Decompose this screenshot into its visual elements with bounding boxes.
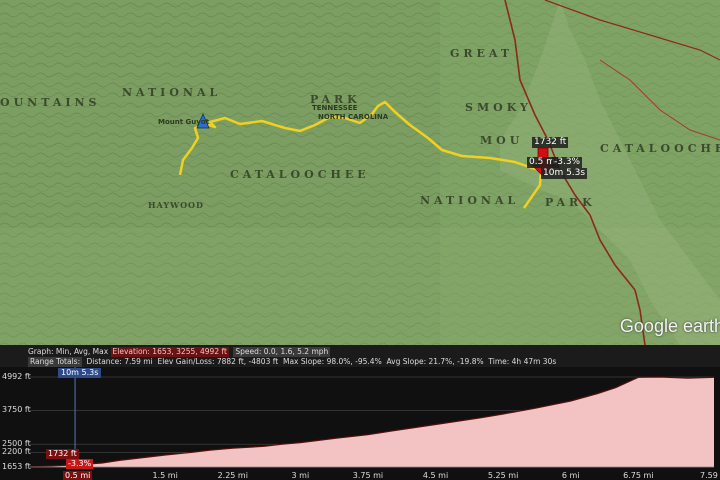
x-tick-label: 7.59 mi bbox=[700, 471, 720, 480]
cursor-elevation-label: 1732 ft bbox=[46, 449, 79, 459]
map-label-park-lower: PARK bbox=[545, 196, 596, 209]
time-stat: Time: 4h 47m 30s bbox=[488, 357, 557, 366]
max-slope-stat: Max Slope: 98.0%, -95.4% bbox=[282, 357, 382, 366]
stats-row-graph: Graph: Min, Avg, Max Elevation: 1653, 32… bbox=[28, 347, 332, 357]
elevation-profile-chart[interactable]: 4992 ft 3750 ft 2500 ft 2200 ft 1653 ft 0.5 … bbox=[0, 367, 720, 480]
y-tick-label: 3750 ft bbox=[2, 405, 31, 415]
cursor-tooltip-slope: -3.3% bbox=[552, 157, 583, 168]
map-label-national-upper: NATIONAL bbox=[122, 86, 222, 99]
y-tick-label: 4992 ft bbox=[2, 372, 31, 381]
cursor-tooltip-time: 10m 5.3s bbox=[541, 168, 588, 179]
stats-bar: Graph: Min, Avg, Max Elevation: 1653, 32… bbox=[0, 345, 720, 367]
map-label-cataloochee-right: CATALOOCHE bbox=[600, 142, 720, 155]
map-label-mountains: OUNTAINS bbox=[0, 96, 101, 109]
map-label-tennessee: TENNESSEE bbox=[312, 104, 358, 112]
gain-loss-stat: Elev Gain/Loss: 7882 ft, -4803 ft bbox=[157, 357, 279, 366]
x-tick-label: 4.5 mi bbox=[422, 471, 449, 480]
x-tick-label: 6 mi bbox=[561, 471, 580, 480]
profile-plot bbox=[29, 367, 715, 468]
x-tick-label: 1.5 mi bbox=[152, 471, 178, 480]
elevation-stats[interactable]: Elevation: 1653, 3255, 4992 ft bbox=[110, 347, 229, 357]
map-label-cataloochee: CATALOOCHEE bbox=[230, 168, 370, 181]
y-tick-label: 2200 ft bbox=[2, 447, 31, 457]
x-tick-label: 2.25 mi bbox=[217, 471, 248, 480]
x-tick-label: 6.75 mi bbox=[623, 471, 654, 480]
distance-stat: Distance: 7.59 mi bbox=[86, 357, 153, 366]
elevation-area bbox=[30, 377, 714, 467]
speed-stats[interactable]: Speed: 0.0, 1.6, 5.2 mph bbox=[233, 347, 331, 357]
map-label-haywood: HAYWOOD bbox=[148, 200, 204, 210]
range-totals-label: Range Totals: bbox=[28, 357, 83, 367]
stats-row-range: Range Totals: Distance: 7.59 mi Elev Gai… bbox=[28, 357, 556, 367]
map-label-great: GREAT bbox=[450, 47, 514, 60]
google-earth-logo: Google earth bbox=[619, 316, 720, 336]
x-tick-label: 5.25 mi bbox=[487, 471, 519, 480]
map-label-smoky: SMOKY bbox=[465, 101, 532, 114]
x-tick-label: 3 mi bbox=[291, 471, 310, 480]
cursor-time-label: 10m 5.3s bbox=[58, 368, 102, 378]
cursor-tooltip-elevation: 1732 ft bbox=[532, 137, 569, 148]
topo-map[interactable]: OUNTAINS NATIONAL PARK GREAT SMOKY CATAL… bbox=[0, 0, 720, 345]
map-label-national-lower: NATIONAL bbox=[420, 194, 520, 207]
graph-label: Graph: Min, Avg, Max bbox=[28, 347, 109, 356]
map-label-north-carolina: NORTH CAROLINA bbox=[318, 113, 389, 121]
map-label-mou: MOU bbox=[480, 134, 524, 147]
avg-slope-stat: Avg Slope: 21.7%, -19.8% bbox=[386, 357, 484, 366]
cursor-slope-label: -3.3% bbox=[66, 459, 94, 469]
x-tick-label: 0.5 mi bbox=[63, 471, 93, 480]
x-tick-label: 3.75 mi bbox=[352, 471, 384, 480]
y-tick-label: 1653 ft bbox=[2, 462, 31, 471]
map-label-mount-guyot: Mount Guyot bbox=[158, 118, 209, 126]
